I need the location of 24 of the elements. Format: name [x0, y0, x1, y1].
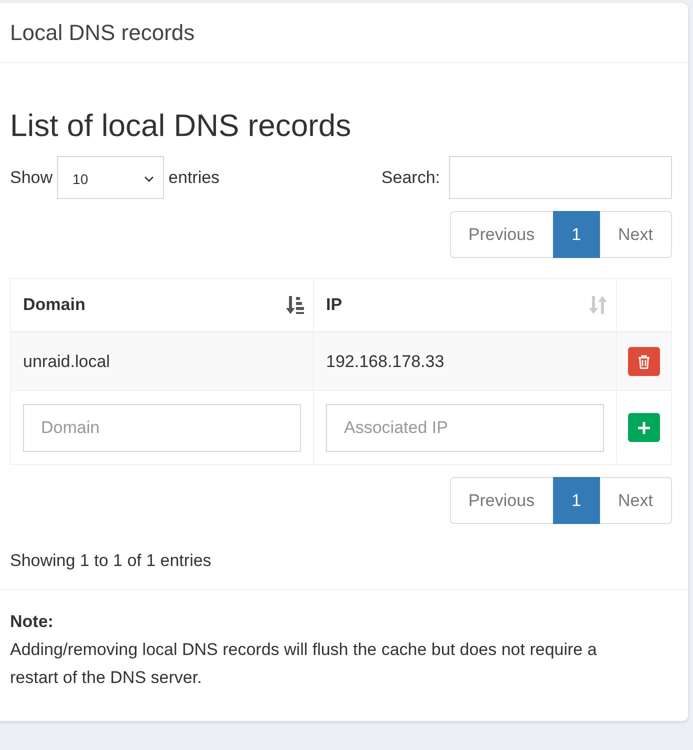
note-text: Adding/removing local DNS records will flush the cache but does not require a restart of the DNS server.: [10, 639, 598, 689]
search-field[interactable]: [449, 156, 672, 199]
search-label: Search:: [381, 168, 440, 188]
current-page-button[interactable]: 1: [552, 477, 600, 524]
card-title: Local DNS records: [10, 20, 195, 46]
column-header[interactable]: IP: [326, 295, 342, 315]
note-title: Note:: [10, 612, 54, 631]
table-cell: unraid.local: [10, 332, 314, 390]
sort-icon[interactable]: [286, 295, 304, 315]
column-header[interactable]: Domain: [23, 295, 86, 315]
add-button[interactable]: [628, 413, 660, 442]
current-page-button[interactable]: 1: [552, 211, 600, 258]
chevron-icon: [144, 176, 154, 182]
trash-icon: [638, 354, 650, 368]
table-cell: 192.168.178.33: [314, 332, 616, 390]
ip-input-field[interactable]: Associated IP: [326, 404, 604, 452]
entries-label: entries: [168, 168, 220, 188]
delete-button[interactable]: [628, 347, 660, 376]
entries-select[interactable]: 10: [56, 156, 164, 199]
section-heading: List of local DNS records: [10, 109, 352, 143]
plus-icon: [638, 422, 650, 434]
show-label: Show: [10, 168, 53, 188]
entries-info: Showing 1 to 1 of 1 entries: [10, 551, 212, 570]
domain-input-field[interactable]: Domain: [23, 404, 301, 452]
